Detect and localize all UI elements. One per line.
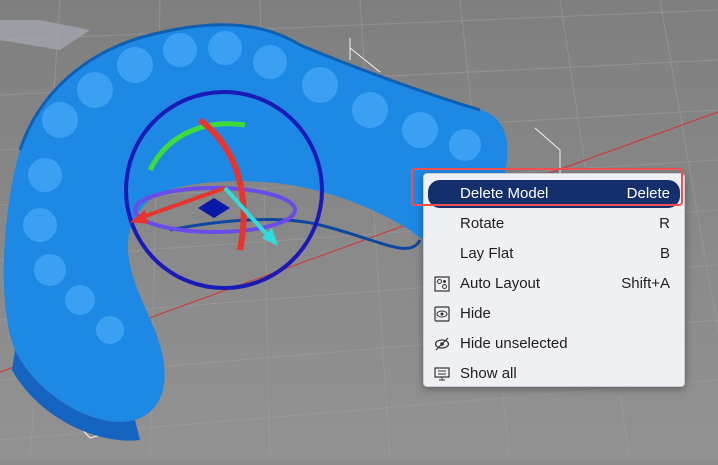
menu-item-label: Hide <box>460 305 491 322</box>
menu-item-shortcut: Delete <box>626 185 670 202</box>
context-menu: Delete Model Delete Rotate R Lay Flat B Auto L… <box>423 173 685 387</box>
menu-item-label: Show all <box>460 365 517 382</box>
hide-icon <box>434 306 450 322</box>
eye-slash-icon <box>434 336 450 352</box>
menu-item-lay-flat[interactable]: Lay Flat B <box>428 240 680 268</box>
menu-item-shortcut: B <box>659 245 670 262</box>
menu-item-label: Auto Layout <box>460 275 541 292</box>
menu-item-label: Hide unselected <box>460 335 568 352</box>
menu-item-label: Rotate <box>460 215 505 232</box>
menu-item-hide-unselected[interactable]: Hide unselected <box>428 330 680 358</box>
menu-item-rotate[interactable]: Rotate R <box>428 210 680 238</box>
menu-item-hide[interactable]: Hide <box>428 300 680 328</box>
menu-item-label: Delete Model <box>460 185 549 202</box>
menu-item-delete-model[interactable]: Delete Model Delete <box>428 180 680 208</box>
monitor-icon <box>434 366 450 382</box>
auto-layout-icon <box>434 276 450 292</box>
menu-item-show-all[interactable]: Show all <box>428 360 680 388</box>
menu-item-shortcut: R <box>659 215 670 232</box>
menu-item-shortcut: Shift+A <box>621 275 670 292</box>
menu-item-auto-layout[interactable]: Auto Layout Shift+A <box>428 270 680 298</box>
menu-item-label: Lay Flat <box>460 245 514 262</box>
